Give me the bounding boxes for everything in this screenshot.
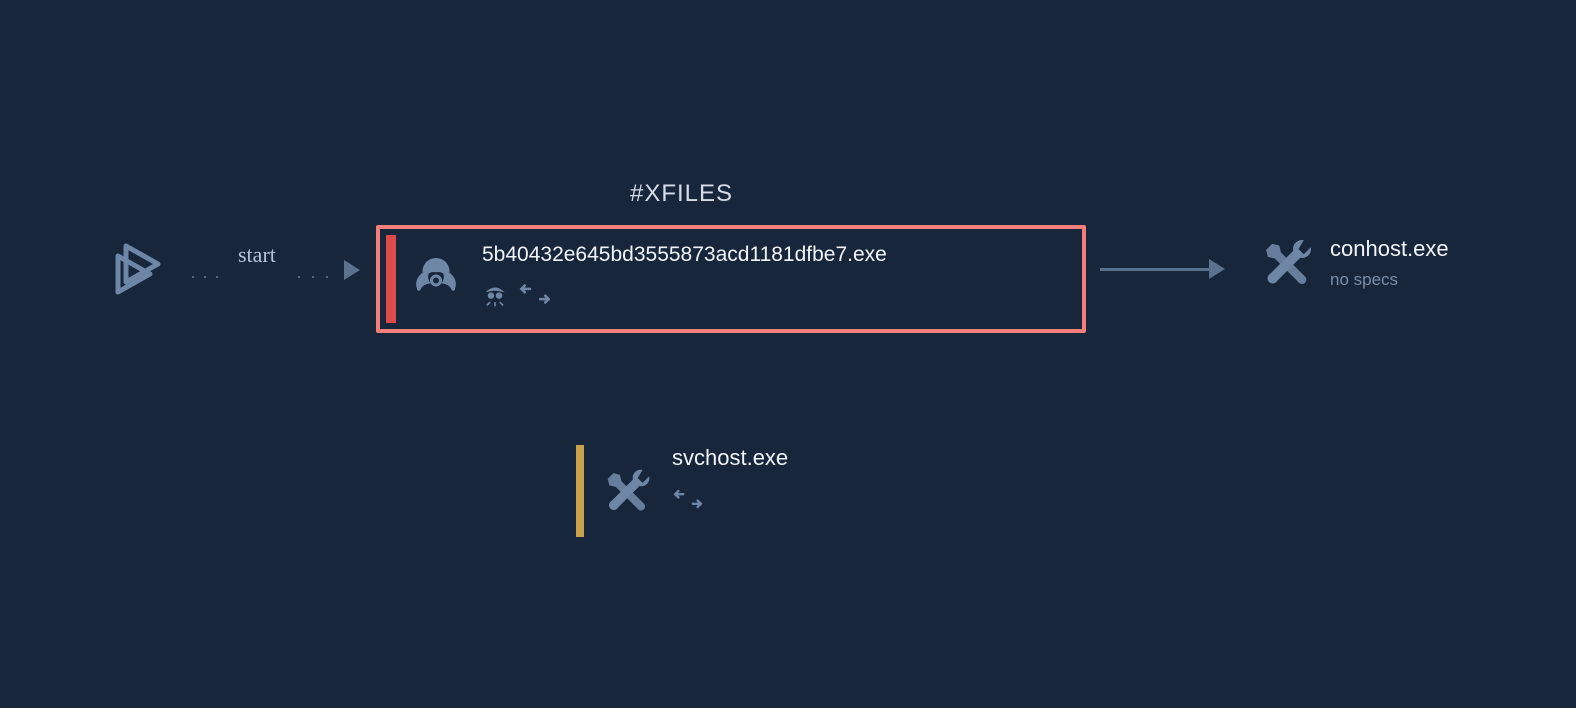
threat-tag[interactable]: #XFILES <box>630 180 733 208</box>
process-name: svchost.exe <box>672 445 788 471</box>
process-name: 5b40432e645bd3555873acd1181dfbe7.exe <box>482 243 1072 267</box>
process-node-main[interactable]: 5b40432e645bd3555873acd1181dfbe7.exe <box>376 225 1086 333</box>
tools-icon <box>598 445 658 537</box>
edge-connector <box>1100 268 1210 271</box>
process-graph-canvas[interactable]: start ··· ··· #XFILES 5b40432e645bd35558… <box>0 0 1576 708</box>
dotted-connector: ··· <box>296 266 338 287</box>
tools-icon <box>1260 235 1316 291</box>
network-icon <box>518 283 552 305</box>
stealth-icon <box>482 281 508 307</box>
network-icon <box>672 489 788 509</box>
arrowhead-icon <box>1209 259 1225 279</box>
severity-stripe <box>576 445 584 537</box>
start-node-icon[interactable] <box>106 238 170 302</box>
process-name: conhost.exe <box>1330 236 1449 262</box>
biohazard-icon <box>396 229 476 329</box>
process-node-svchost[interactable]: svchost.exe <box>576 445 788 537</box>
process-node-conhost[interactable]: conhost.exe no specs <box>1260 235 1449 291</box>
start-label: start <box>238 242 276 268</box>
dotted-connector: ··· <box>190 266 226 287</box>
severity-stripe <box>386 235 396 323</box>
process-subtitle: no specs <box>1330 270 1449 290</box>
arrowhead-icon <box>344 260 360 280</box>
